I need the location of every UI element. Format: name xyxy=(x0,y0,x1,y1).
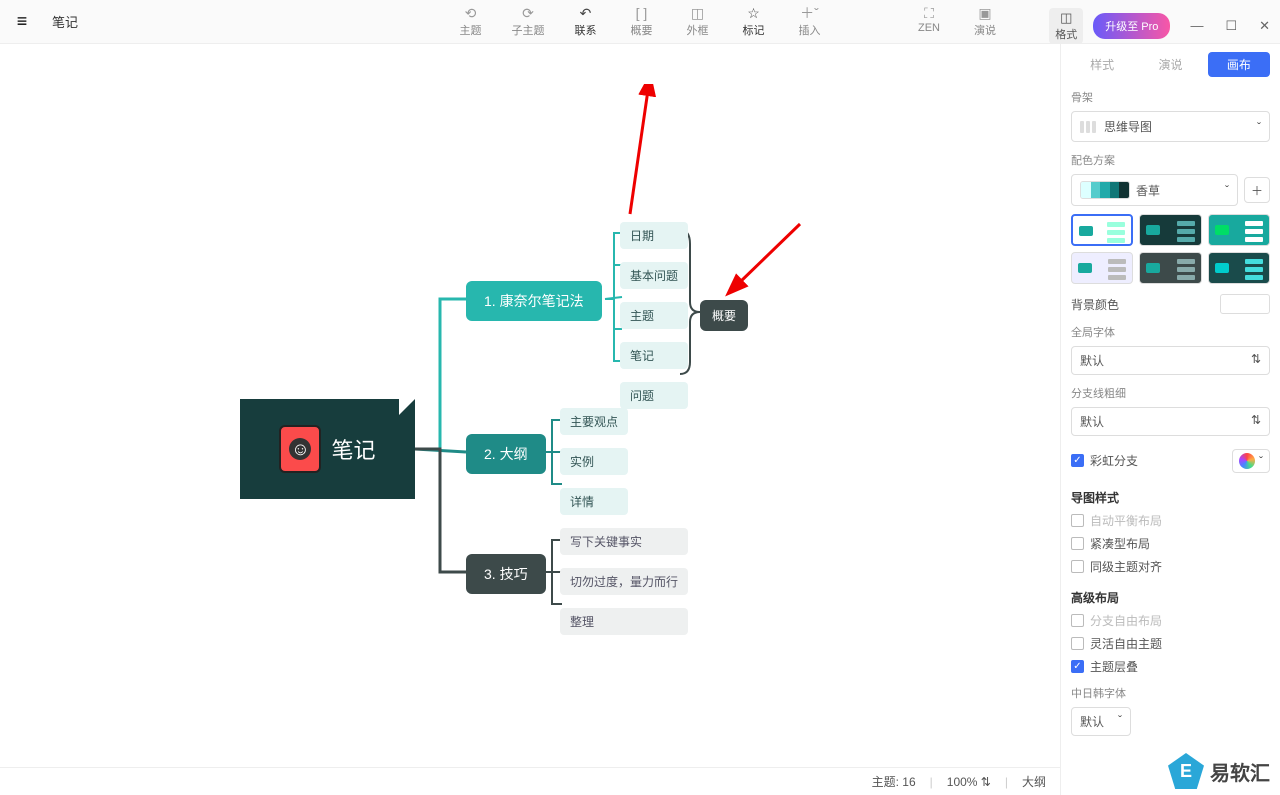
theme-grid xyxy=(1071,214,1270,284)
theme-thumb[interactable] xyxy=(1071,214,1133,246)
topic-button[interactable]: ⟲主题 xyxy=(456,4,486,38)
format-button[interactable]: ◫格式 xyxy=(1049,8,1083,44)
leaf-node[interactable]: 写下关键事实 xyxy=(560,528,688,555)
subtopic-button[interactable]: ⟳子主题 xyxy=(512,4,545,38)
leaf-node[interactable]: 切勿过度，量力而行 xyxy=(560,568,688,595)
cjk-font-select[interactable]: 默认ˇ xyxy=(1071,707,1131,736)
boundary-button[interactable]: ◫外框 xyxy=(683,4,713,38)
chevron-down-icon: ˇ xyxy=(1259,454,1263,468)
summary-node[interactable]: 概要 xyxy=(700,300,748,331)
chevron-down-icon: ˇ xyxy=(1225,183,1229,197)
tab-canvas[interactable]: 画布 xyxy=(1208,52,1270,77)
notebook-icon xyxy=(279,425,321,473)
mindmap-canvas[interactable]: 笔记 1. 康奈尔笔记法 2. 大纲 3. 技巧 日期 基本问题 主题 笔记 问… xyxy=(0,44,1060,767)
insert-button[interactable]: ＋ˇ插入 xyxy=(795,4,825,38)
structure-select[interactable]: 思维导图 ˇ xyxy=(1071,111,1270,142)
summary-button[interactable]: [ ]概要 xyxy=(627,4,657,38)
free-branch-checkbox xyxy=(1071,614,1084,627)
status-bar: 主题: 16 | 100% ⇅ | 大纲 xyxy=(0,767,1060,795)
tab-style[interactable]: 样式 xyxy=(1071,52,1133,77)
color-scheme-label: 配色方案 xyxy=(1071,152,1270,168)
leaf-node[interactable]: 主题 xyxy=(620,302,688,329)
updown-icon: ⇅ xyxy=(1251,352,1261,369)
logo-icon xyxy=(1168,753,1204,789)
theme-thumb[interactable] xyxy=(1139,214,1201,246)
document-title: 笔记 xyxy=(52,12,78,31)
watermark-logo: 易软汇 xyxy=(1168,753,1270,789)
branch-width-select[interactable]: 默认⇅ xyxy=(1071,407,1270,436)
close-icon[interactable]: ✕ xyxy=(1259,18,1270,34)
cjk-font-label: 中日韩字体 xyxy=(1071,685,1270,701)
tab-pitch[interactable]: 演说 xyxy=(1139,52,1201,77)
toolbar-center: ⟲主题 ⟳子主题 ↶联系 [ ]概要 ◫外框 ☆标记 ＋ˇ插入 xyxy=(456,4,825,38)
leaf-node[interactable]: 基本问题 xyxy=(620,262,688,289)
leaf-node[interactable]: 问题 xyxy=(620,382,688,409)
rainbow-icon xyxy=(1239,453,1255,469)
branch-1[interactable]: 1. 康奈尔笔记法 xyxy=(466,281,602,321)
adv-layout-head: 高级布局 xyxy=(1071,589,1270,606)
outline-button[interactable]: 大纲 xyxy=(1022,773,1046,790)
theme-thumb[interactable] xyxy=(1208,214,1270,246)
overlap-checkbox[interactable] xyxy=(1071,660,1084,673)
leaf-node[interactable]: 笔记 xyxy=(620,342,688,369)
skeleton-label: 骨架 xyxy=(1071,89,1270,105)
leaf-node[interactable]: 整理 xyxy=(560,608,688,635)
minimize-icon[interactable]: ― xyxy=(1190,18,1203,34)
theme-thumb[interactable] xyxy=(1071,252,1133,284)
free-topic-checkbox[interactable] xyxy=(1071,637,1084,650)
rainbow-options[interactable]: ˇ xyxy=(1232,449,1270,473)
marker-button[interactable]: ☆标记 xyxy=(739,4,769,38)
zoom-level[interactable]: 100% ⇅ xyxy=(947,775,991,789)
color-scheme-select[interactable]: 香草 ˇ xyxy=(1071,174,1238,206)
bg-color-label: 背景颜色 xyxy=(1071,296,1119,313)
leaf-node[interactable]: 实例 xyxy=(560,448,628,475)
auto-balance-checkbox xyxy=(1071,514,1084,527)
menu-icon[interactable]: ≡ xyxy=(0,11,44,32)
chevron-down-icon: ˇ xyxy=(1257,120,1261,134)
upgrade-button[interactable]: 升级至 Pro xyxy=(1093,13,1170,39)
leaf-node[interactable]: 主要观点 xyxy=(560,408,628,435)
branch-2[interactable]: 2. 大纲 xyxy=(466,434,546,474)
theme-thumb[interactable] xyxy=(1139,252,1201,284)
add-color-scheme-button[interactable]: ＋ xyxy=(1244,177,1270,203)
global-font-label: 全局字体 xyxy=(1071,324,1270,340)
relationship-button[interactable]: ↶联系 xyxy=(571,4,601,38)
topic-count: 16 xyxy=(902,775,915,789)
compact-checkbox[interactable] xyxy=(1071,537,1084,550)
leaf-node[interactable]: 日期 xyxy=(620,222,688,249)
format-panel: 样式 演说 画布 骨架 思维导图 ˇ 配色方案 香草 ˇ ＋ 背景颜色 全局字体… xyxy=(1060,44,1280,795)
map-style-head: 导图样式 xyxy=(1071,489,1270,506)
branch-3[interactable]: 3. 技巧 xyxy=(466,554,546,594)
branch-width-label: 分支线粗细 xyxy=(1071,385,1270,401)
pitch-button[interactable]: ▣演说 xyxy=(970,4,1000,38)
toolbar-right: ⛶ZEN ▣演说 xyxy=(914,4,1000,38)
rainbow-checkbox[interactable] xyxy=(1071,454,1084,467)
global-font-select[interactable]: 默认⇅ xyxy=(1071,346,1270,375)
theme-thumb[interactable] xyxy=(1208,252,1270,284)
root-topic[interactable]: 笔记 xyxy=(240,399,415,499)
leaf-node[interactable]: 详情 xyxy=(560,488,628,515)
zen-button[interactable]: ⛶ZEN xyxy=(914,4,944,38)
maximize-icon[interactable]: ☐ xyxy=(1225,18,1237,34)
updown-icon: ⇅ xyxy=(1251,413,1261,430)
bg-color-swatch[interactable] xyxy=(1220,294,1270,314)
align-sibling-checkbox[interactable] xyxy=(1071,560,1084,573)
